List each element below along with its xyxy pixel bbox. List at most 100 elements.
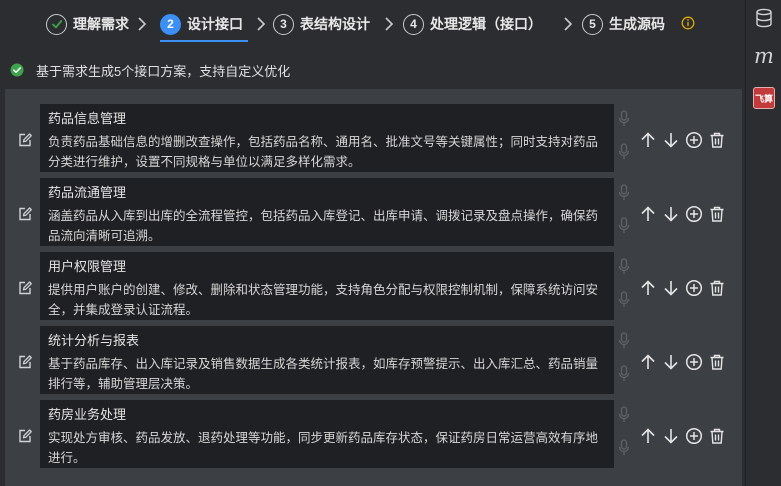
step-check-icon xyxy=(46,13,67,35)
interface-title: 统计分析与报表 xyxy=(48,333,140,348)
mic-icon[interactable] xyxy=(618,365,630,383)
right-toolbar: m 飞算 xyxy=(745,0,781,486)
delete-button[interactable] xyxy=(707,130,727,150)
interface-card[interactable]: 统计分析与报表 基于药品库存、出入库记录及销售数据生成各类统计报表，如库存预警提… xyxy=(40,326,614,394)
arrow-up-icon xyxy=(641,354,655,369)
arrow-down-icon xyxy=(664,281,678,296)
edit-icon[interactable] xyxy=(17,354,33,370)
add-button[interactable] xyxy=(684,352,704,372)
chevron-right-icon xyxy=(138,17,147,31)
trash-icon xyxy=(710,280,724,296)
delete-button[interactable] xyxy=(707,352,727,372)
row-actions xyxy=(638,352,730,372)
interface-description: 涵盖药品从入库到出库的全流程管控，包括药品入库登记、出库申请、调拨记录及盘点操作… xyxy=(48,209,599,243)
step-1[interactable]: 理解需求 xyxy=(46,12,129,36)
feisuan-plugin-button[interactable]: 飞算 xyxy=(752,86,776,110)
move-up-button[interactable] xyxy=(638,130,658,150)
database-icon xyxy=(756,8,772,28)
move-up-button[interactable] xyxy=(638,352,658,372)
move-down-button[interactable] xyxy=(661,204,681,224)
edit-icon[interactable] xyxy=(17,132,33,148)
chevron-right-icon xyxy=(385,17,394,31)
interface-card[interactable]: 药品流通管理 涵盖药品从入库到出库的全流程管控，包括药品入库登记、出库申请、调拨… xyxy=(40,178,614,246)
add-circle-icon xyxy=(685,279,703,297)
row-actions xyxy=(638,426,730,446)
move-up-button[interactable] xyxy=(638,426,658,446)
arrow-down-icon xyxy=(664,429,678,444)
step-number: 2 xyxy=(160,13,181,35)
mic-icon[interactable] xyxy=(618,184,630,202)
step-label: 表结构设计 xyxy=(300,16,370,32)
arrow-down-icon xyxy=(664,133,678,148)
move-down-button[interactable] xyxy=(661,352,681,372)
m-plugin-button[interactable]: m xyxy=(752,44,776,68)
delete-button[interactable] xyxy=(707,426,727,446)
arrow-up-icon xyxy=(641,428,655,443)
interface-card[interactable]: 用户权限管理 提供用户账户的创建、修改、删除和状态管理功能，支持角色分配与权限控… xyxy=(40,252,614,320)
add-button[interactable] xyxy=(684,426,704,446)
trash-icon xyxy=(710,206,724,222)
edit-icon[interactable] xyxy=(17,206,33,222)
arrow-up-icon xyxy=(641,280,655,295)
step-number: 3 xyxy=(273,13,294,35)
status-notice: 基于需求生成5个接口方案，支持自定义优化 xyxy=(10,60,290,80)
interface-description: 提供用户账户的创建、修改、删除和状态管理功能，支持角色分配与权限控制机制，保障系… xyxy=(48,283,599,317)
trash-icon xyxy=(710,428,724,444)
interface-title: 药品流通管理 xyxy=(48,185,127,200)
success-check-icon xyxy=(10,63,24,77)
row-actions xyxy=(638,278,730,298)
step-4[interactable]: 4 处理逻辑（接口） xyxy=(403,12,542,36)
mic-icon[interactable] xyxy=(618,217,630,235)
interface-description: 实现处方审核、药品发放、退药处理等功能，同步更新药品库存状态，保证药房日常运营高… xyxy=(48,431,599,465)
edit-icon[interactable] xyxy=(17,280,33,296)
step-5[interactable]: 5 生成源码 xyxy=(582,12,665,36)
mic-icon[interactable] xyxy=(618,332,630,350)
mic-icon[interactable] xyxy=(618,110,630,128)
delete-button[interactable] xyxy=(707,278,727,298)
notice-text: 基于需求生成5个接口方案，支持自定义优化 xyxy=(36,63,291,79)
interface-title: 用户权限管理 xyxy=(48,259,127,274)
step-2[interactable]: 2 设计接口 xyxy=(160,12,243,36)
edit-icon[interactable] xyxy=(17,428,33,444)
move-up-button[interactable] xyxy=(638,278,658,298)
interface-row: 药品信息管理 负责药品基础信息的增删改查操作，包括药品名称、通用名、批准文号等关… xyxy=(5,104,742,174)
mic-icon[interactable] xyxy=(618,291,630,309)
arrow-down-icon xyxy=(664,207,678,222)
database-button[interactable] xyxy=(752,6,776,30)
chevron-right-icon xyxy=(564,17,573,31)
add-circle-icon xyxy=(685,131,703,149)
interface-list: 药品信息管理 负责药品基础信息的增删改查操作，包括药品名称、通用名、批准文号等关… xyxy=(5,89,742,486)
add-button[interactable] xyxy=(684,278,704,298)
trash-icon xyxy=(710,132,724,148)
delete-button[interactable] xyxy=(707,204,727,224)
step-3[interactable]: 3 表结构设计 xyxy=(273,12,370,36)
row-actions xyxy=(638,204,730,224)
interface-title: 药房业务处理 xyxy=(48,407,127,422)
mic-icon[interactable] xyxy=(618,439,630,457)
interface-row: 用户权限管理 提供用户账户的创建、修改、删除和状态管理功能，支持角色分配与权限控… xyxy=(5,252,742,322)
add-button[interactable] xyxy=(684,204,704,224)
add-circle-icon xyxy=(685,427,703,445)
stepper: 理解需求 2 设计接口 3 表结构设计 4 处理逻辑（接口） 5 生成源码 xyxy=(0,0,745,48)
step-label: 生成源码 xyxy=(609,16,665,32)
arrow-up-icon xyxy=(641,132,655,147)
step-label: 处理逻辑（接口） xyxy=(430,16,542,32)
move-down-button[interactable] xyxy=(661,426,681,446)
move-down-button[interactable] xyxy=(661,130,681,150)
interface-row: 药房业务处理 实现处方审核、药品发放、退药处理等功能，同步更新药品库存状态，保证… xyxy=(5,400,742,470)
step-label: 设计接口 xyxy=(187,16,243,32)
mic-icon[interactable] xyxy=(618,406,630,424)
info-icon[interactable] xyxy=(681,16,695,30)
mic-icon[interactable] xyxy=(618,258,630,276)
step-number: 5 xyxy=(582,13,603,35)
main-area: 理解需求 2 设计接口 3 表结构设计 4 处理逻辑（接口） 5 生成源码 基于… xyxy=(0,0,745,486)
step-number: 4 xyxy=(403,13,424,35)
interface-card[interactable]: 药品信息管理 负责药品基础信息的增删改查操作，包括药品名称、通用名、批准文号等关… xyxy=(40,104,614,172)
interface-card[interactable]: 药房业务处理 实现处方审核、药品发放、退药处理等功能，同步更新药品库存状态，保证… xyxy=(40,400,614,468)
mic-icon[interactable] xyxy=(618,143,630,161)
trash-icon xyxy=(710,354,724,370)
chevron-right-icon xyxy=(257,17,266,31)
move-down-button[interactable] xyxy=(661,278,681,298)
move-up-button[interactable] xyxy=(638,204,658,224)
add-button[interactable] xyxy=(684,130,704,150)
